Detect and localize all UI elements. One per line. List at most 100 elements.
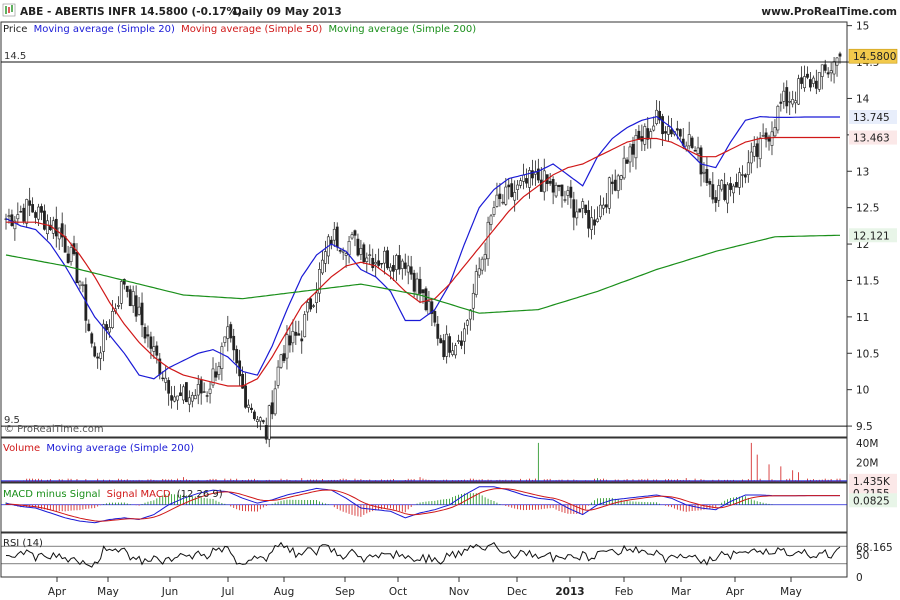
candle-body <box>306 302 310 313</box>
candle-body <box>87 323 91 331</box>
candle-body <box>746 162 750 175</box>
candle-body <box>161 377 165 380</box>
candle-body <box>433 311 437 323</box>
candle-body <box>273 388 277 415</box>
candle-body <box>16 214 20 220</box>
volume-legend-prefix: Volume <box>3 443 40 454</box>
rsi-tick-label: 0 <box>856 572 863 584</box>
candle-body <box>439 338 443 344</box>
candle-body <box>10 214 14 226</box>
candle-body <box>362 244 366 263</box>
candle-body <box>501 201 505 204</box>
candle-body <box>143 326 147 339</box>
candle-body <box>637 130 641 140</box>
candle-body <box>199 380 203 394</box>
candle-body <box>516 184 520 190</box>
candle-body <box>596 218 599 222</box>
candle-body <box>616 175 620 191</box>
candle-body <box>492 207 496 215</box>
price-marker-label: 13.463 <box>853 133 890 145</box>
candle-body <box>297 333 301 336</box>
candle-body <box>214 371 218 378</box>
candle-body <box>649 131 653 139</box>
candle-body <box>255 419 259 422</box>
candle-body <box>223 336 227 343</box>
candle-body <box>711 184 715 200</box>
candle-body <box>412 272 416 292</box>
candle-body <box>513 192 517 201</box>
candle-body <box>723 184 727 200</box>
candle-body <box>755 143 759 157</box>
timeframe-label: Daily 09 May 2013 <box>233 6 342 18</box>
candle-body <box>480 258 484 271</box>
candle-body <box>572 199 576 218</box>
site-label[interactable]: www.ProRealTime.com <box>761 6 897 18</box>
candle-body <box>96 356 100 359</box>
candle-body <box>584 204 588 214</box>
candle-body <box>442 340 446 358</box>
candle-body <box>303 314 307 338</box>
candle-body <box>806 73 809 78</box>
candle-body <box>279 354 283 368</box>
candle-body <box>687 134 691 147</box>
candle-body <box>111 311 114 328</box>
y-tick-label: 14 <box>856 93 870 105</box>
candle-body <box>19 211 23 213</box>
candle-body <box>714 197 718 203</box>
x-tick-label: Mar <box>671 586 691 598</box>
candle-body <box>752 146 756 157</box>
candle-body <box>389 266 392 272</box>
candle-body <box>250 407 253 410</box>
volume-tick-label: 20M <box>856 457 878 469</box>
candle-body <box>678 129 682 137</box>
candle-body <box>380 262 383 265</box>
candle-body <box>28 200 32 206</box>
candle-body <box>7 215 11 217</box>
candle-body <box>187 397 191 405</box>
candle-body <box>415 278 419 295</box>
y-tick-label: 13 <box>856 166 869 178</box>
candle-body <box>779 101 783 104</box>
candle-body <box>324 251 327 264</box>
candle-body <box>386 250 389 269</box>
candle-body <box>800 77 803 84</box>
candle-body <box>548 181 552 184</box>
candle-body <box>99 352 103 359</box>
candle-body <box>643 126 647 145</box>
candle-body <box>164 377 168 383</box>
candle-body <box>838 53 842 57</box>
candle-body <box>43 210 46 230</box>
candle-body <box>291 331 295 344</box>
candle-body <box>607 177 611 209</box>
candle-body <box>247 404 250 408</box>
candle-body <box>338 250 342 252</box>
candle-body <box>288 335 292 346</box>
candle-body <box>820 64 824 77</box>
candle-body <box>335 226 339 248</box>
candle-body <box>427 301 431 315</box>
x-tick-label: Jun <box>161 586 178 598</box>
candle-body <box>63 236 67 253</box>
candle-body <box>81 284 85 287</box>
x-tick-label: Apr <box>48 586 67 598</box>
candle-body <box>190 394 194 402</box>
candle-body <box>667 126 670 135</box>
candle-body <box>557 184 561 187</box>
candle-body <box>108 327 111 333</box>
candle-body <box>675 128 679 131</box>
price-marker-label: 13.745 <box>853 112 890 124</box>
candle-body <box>353 230 357 236</box>
candle-body <box>253 411 256 420</box>
candle-body <box>809 79 812 88</box>
candle-body <box>489 215 493 225</box>
candle-body <box>309 298 313 310</box>
candle-body <box>782 90 786 102</box>
candle-body <box>131 291 135 307</box>
candle-body <box>590 217 593 230</box>
candle-body <box>631 143 635 155</box>
macd-legend-params: (12 26 9) <box>177 489 223 500</box>
volume-ma-legend: Moving average (Simple 200) <box>46 443 194 454</box>
candle-body <box>593 219 596 226</box>
candle-body <box>507 184 511 188</box>
candle-body <box>794 100 798 104</box>
